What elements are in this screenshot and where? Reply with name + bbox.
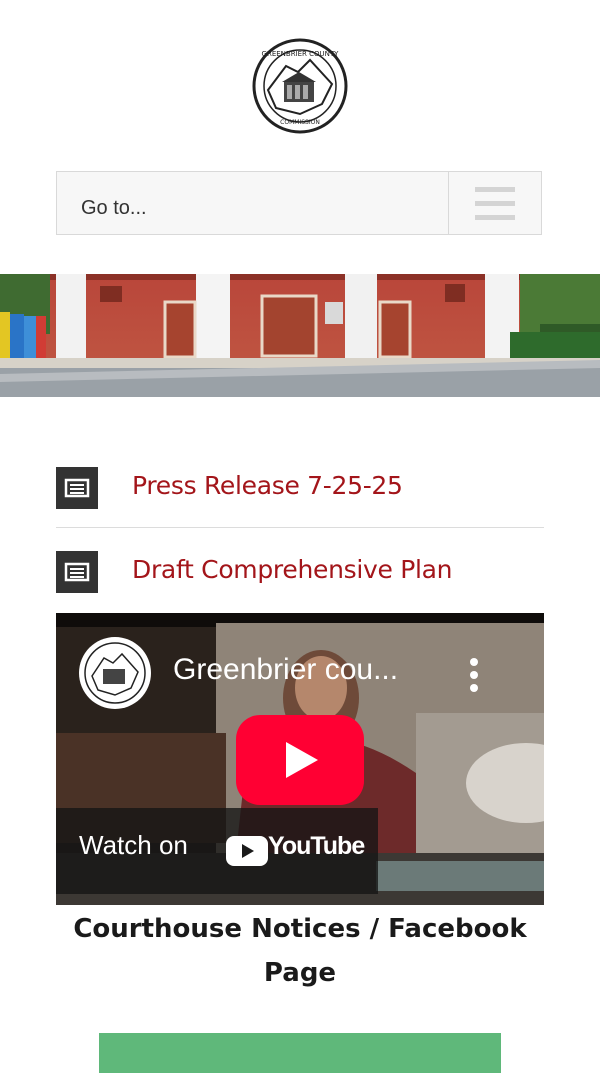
post-item-draft-plan[interactable]: Draft Comprehensive Plan [56,539,544,599]
more-options-icon[interactable] [468,657,480,693]
hamburger-icon-bar [475,201,515,206]
youtube-logo-icon [226,836,268,866]
hamburger-icon [475,187,515,192]
post-item-press-release[interactable]: Press Release 7-25-25 [56,455,544,515]
county-seal-logo[interactable]: GREENBRIER COUNTY COMMISSION [252,38,348,134]
post-format-icon [56,551,98,593]
post-divider [56,527,544,528]
hamburger-menu-button[interactable] [448,172,541,234]
courthouse-banner-image [0,274,600,397]
hamburger-icon-bar [475,215,515,220]
play-button-icon[interactable] [236,715,364,805]
video-title[interactable]: Greenbrier cou... [173,653,398,687]
courthouse-notices-heading: Courthouse Notices / Facebook Page [73,914,527,988]
post-link-press-release[interactable]: Press Release 7-25-25 [132,455,403,515]
nav-select-label: Go to... [81,197,147,219]
watch-on-youtube-button[interactable]: Watch on YouTube [56,808,378,894]
youtube-wordmark: YouTube [268,832,365,860]
post-format-icon [56,467,98,509]
svg-text:GREENBRIER COUNTY: GREENBRIER COUNTY [262,50,340,58]
channel-avatar-icon[interactable] [78,636,152,710]
post-link-draft-plan[interactable]: Draft Comprehensive Plan [132,539,453,599]
svg-text:COMMISSION: COMMISSION [280,119,320,126]
watch-on-label: Watch on [79,830,188,860]
youtube-video-embed[interactable]: Greenbrier cou... Watch on YouTube [56,613,544,905]
goto-nav-select[interactable]: Go to... [56,171,542,235]
facebook-page-button[interactable] [99,1033,501,1073]
